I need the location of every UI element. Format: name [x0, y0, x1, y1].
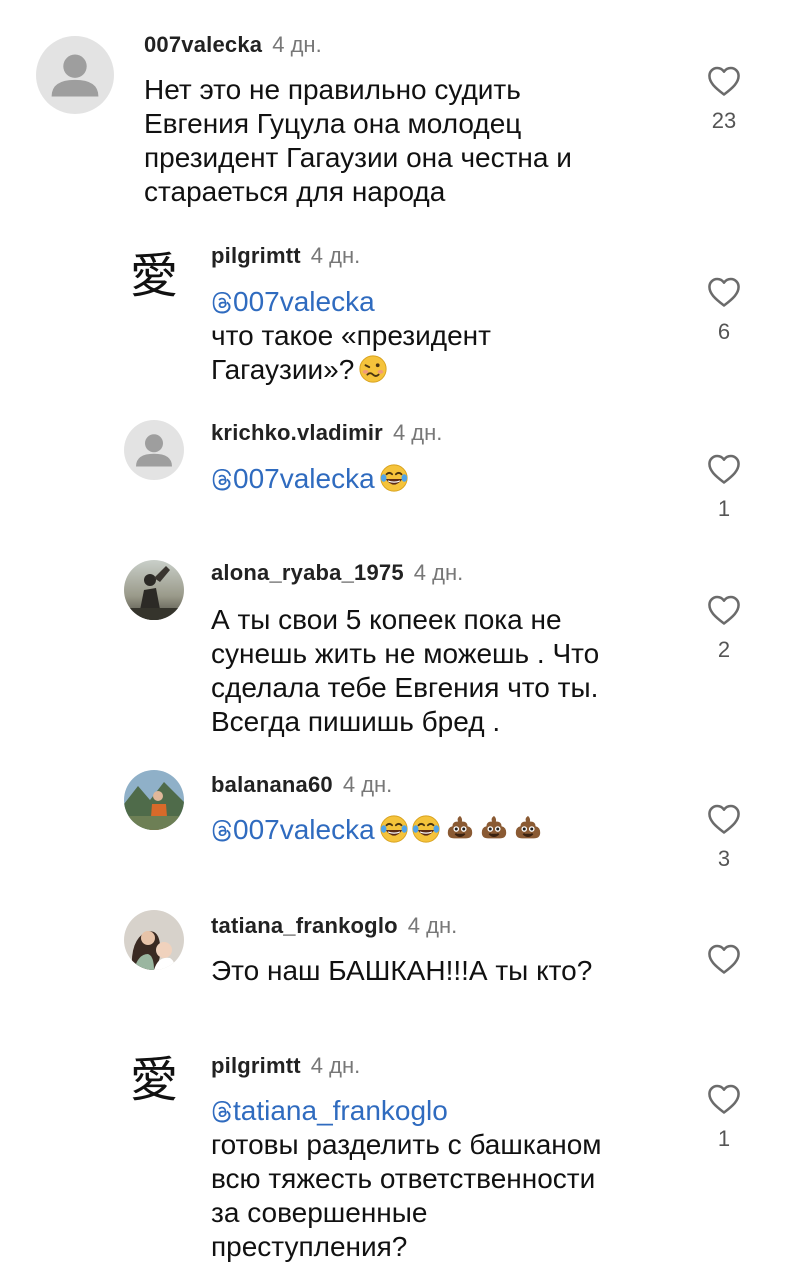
mention-handle: tatiana_frankoglo — [233, 1095, 448, 1126]
svg-text:愛: 愛 — [130, 248, 178, 304]
like-count — [694, 986, 754, 1012]
kanji-ai-avatar-icon[interactable]: 愛 — [124, 1048, 184, 1108]
like-control: 1 — [694, 450, 754, 522]
comment-text: 007valecka — [211, 813, 543, 847]
comment-line: сделала тебе Евгения что ты. — [211, 672, 599, 703]
like-count: 6 — [717, 319, 731, 344]
comment-line: Всегда пишишь бред . — [211, 706, 501, 737]
svg-text:愛: 愛 — [130, 1052, 178, 1108]
heart-icon[interactable] — [705, 940, 743, 978]
heart-icon[interactable] — [705, 62, 743, 100]
username[interactable]: pilgrimtt — [211, 1053, 301, 1078]
poop-emoji-icon — [513, 814, 543, 844]
username[interactable]: pilgrimtt — [211, 243, 301, 268]
threads-icon — [211, 292, 233, 314]
woozy-face-emoji-icon — [358, 354, 388, 384]
comment-line: за совершенные — [211, 1197, 428, 1228]
timestamp: 4 дн. — [342, 772, 393, 797]
comment-line: всю тяжесть ответственности — [211, 1163, 596, 1194]
comment-text: tatiana_frankoglo готовы разделить с баш… — [211, 1094, 602, 1264]
comment-line: что такое «президент — [211, 320, 491, 351]
like-count: 1 — [717, 1126, 731, 1151]
comment-text: 007valecka что такое «президент Гагаузии… — [211, 285, 491, 387]
username[interactable]: balanana60 — [211, 772, 333, 797]
poop-emoji-icon — [479, 814, 509, 844]
like-control: 3 — [694, 800, 754, 872]
threads-icon — [211, 1101, 233, 1123]
laughing-tears-emoji-icon — [379, 814, 409, 844]
heart-icon[interactable] — [705, 1080, 743, 1118]
comment-line: А ты свои 5 копеек пока не — [211, 604, 562, 635]
like-control: 2 — [694, 591, 754, 663]
timestamp: 4 дн. — [272, 32, 322, 57]
default-avatar-icon[interactable] — [36, 36, 114, 114]
comment-line: Евгения Гуцула она молодец — [144, 108, 522, 139]
like-control: 6 — [694, 273, 754, 345]
laughing-tears-emoji-icon — [379, 463, 409, 493]
timestamp: 4 дн. — [392, 420, 443, 445]
kanji-ai-avatar-icon[interactable]: 愛 — [124, 244, 184, 304]
threads-icon — [211, 469, 233, 491]
username[interactable]: alona_ryaba_1975 — [211, 560, 404, 585]
comment-line: президент Гагаузии она честна и — [144, 142, 572, 173]
heart-icon[interactable] — [705, 273, 743, 311]
like-control — [694, 940, 754, 1012]
like-count: 2 — [717, 637, 731, 662]
comment-header: krichko.vladimir 4 дн. — [211, 420, 442, 446]
poop-emoji-icon — [445, 814, 475, 844]
comment-header: balanana60 4 дн. — [211, 772, 392, 798]
mention-link[interactable]: 007valecka — [211, 813, 543, 847]
comment-line: Гагаузии»? — [211, 353, 491, 387]
mention-handle: 007valecka — [233, 286, 375, 317]
username[interactable]: krichko.vladimir — [211, 420, 383, 445]
comment-line: преступления? — [211, 1231, 408, 1262]
like-control: 23 — [694, 62, 754, 134]
heart-icon[interactable] — [705, 450, 743, 488]
photo-mother-child-avatar-icon[interactable] — [124, 910, 184, 970]
like-count: 3 — [717, 846, 731, 871]
like-count: 23 — [711, 108, 737, 133]
heart-icon[interactable] — [705, 591, 743, 629]
comment-text: Нет это не правильно судить Евгения Гуцу… — [144, 73, 572, 209]
comment-line: готовы разделить с башканом — [211, 1129, 602, 1160]
comment-line: стараеться для народа — [144, 176, 446, 207]
comment-line: Это наш БАШКАН!!!А ты кто? — [211, 955, 593, 986]
comment-header: pilgrimtt 4 дн. — [211, 1053, 360, 1079]
mention-handle: 007valecka — [233, 463, 375, 494]
photo-mountains-avatar-icon[interactable] — [124, 770, 184, 830]
photo-sunset-avatar-icon[interactable] — [124, 560, 184, 620]
comment-text: 007valecka — [211, 462, 409, 496]
laughing-tears-emoji-icon — [411, 814, 441, 844]
comment-header: tatiana_frankoglo 4 дн. — [211, 913, 457, 939]
mention-link[interactable]: 007valecka — [211, 285, 491, 319]
comment-line: Нет это не правильно судить — [144, 74, 521, 105]
comment-text: А ты свои 5 копеек пока не сунешь жить н… — [211, 603, 599, 739]
comment-line-text: Гагаузии»? — [211, 354, 355, 385]
username[interactable]: 007valecka — [144, 32, 262, 57]
comment-text: Это наш БАШКАН!!!А ты кто? — [211, 954, 592, 988]
comment-line: сунешь жить не можешь . Что — [211, 638, 600, 669]
heart-icon[interactable] — [705, 800, 743, 838]
timestamp: 4 дн. — [310, 1053, 361, 1078]
timestamp: 4 дн. — [407, 913, 458, 938]
comment-header: 007valecka 4 дн. — [144, 32, 322, 58]
comment-header: alona_ryaba_1975 4 дн. — [211, 560, 463, 586]
like-control: 1 — [694, 1080, 754, 1152]
like-count: 1 — [717, 496, 731, 521]
default-avatar-icon[interactable] — [124, 420, 184, 480]
mention-handle: 007valecka — [233, 814, 375, 845]
mention-link[interactable]: 007valecka — [211, 462, 409, 496]
username[interactable]: tatiana_frankoglo — [211, 913, 398, 938]
timestamp: 4 дн. — [310, 243, 361, 268]
threads-icon — [211, 820, 233, 842]
timestamp: 4 дн. — [413, 560, 464, 585]
mention-link[interactable]: tatiana_frankoglo — [211, 1094, 602, 1128]
comment-header: pilgrimtt 4 дн. — [211, 243, 360, 269]
